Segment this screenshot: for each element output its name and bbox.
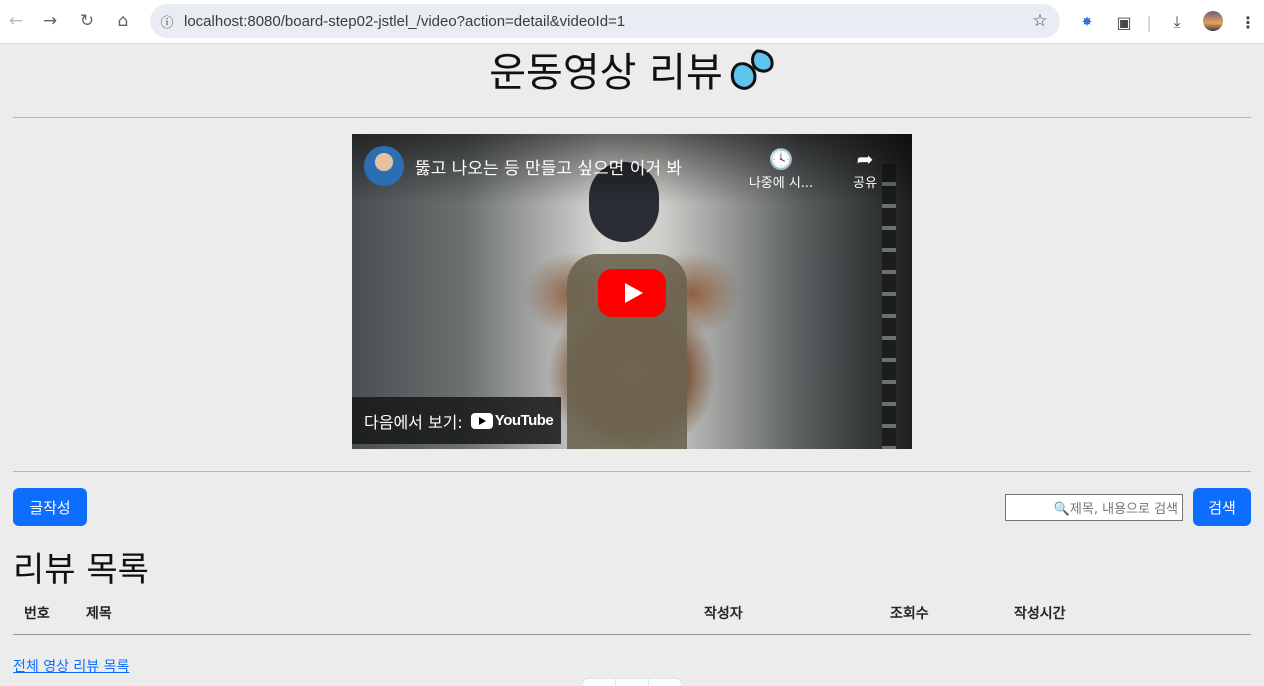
profile-avatar[interactable] [1203,11,1223,31]
back-arrow-icon[interactable]: ← [0,3,34,39]
sweat-droplets-icon [727,47,775,103]
page-title-text: 운동영상 리뷰 [489,50,723,96]
table-header-divider [13,634,1251,635]
youtube-logo: YouTube [470,412,554,429]
home-icon[interactable]: ⌂ [105,3,141,39]
more-menu-icon[interactable]: ⋮ [1238,8,1258,36]
column-header-writer: 작성자 [704,606,743,622]
share-label: 공유 [853,176,877,191]
pagination-prev[interactable] [583,679,616,686]
reload-icon[interactable]: ↻ [69,3,105,39]
column-header-views: 조회수 [890,606,929,622]
youtube-logo-text: YouTube [494,412,554,429]
forward-arrow-icon[interactable]: → [32,3,68,39]
watch-later-label: 나중에 시... [748,176,814,191]
youtube-embed[interactable]: 뚫고 나오는 등 만들고 싶으면 이거 봐 🕓 나중에 시... ➦ 공유 다음… [352,134,912,449]
video-title[interactable]: 뚫고 나오는 등 만들고 싶으면 이거 봐 [415,154,682,179]
pagination-next[interactable] [649,679,681,686]
extension-icon[interactable]: ✸ [1075,8,1099,36]
watch-on-youtube-button[interactable]: 다음에서 보기: YouTube [352,397,561,444]
play-button[interactable] [598,269,666,317]
download-icon[interactable]: ⤓ [1165,8,1189,36]
bookmark-star-icon[interactable]: ☆ [1020,11,1060,31]
watch-on-label: 다음에서 보기: [364,412,463,432]
channel-avatar[interactable] [364,146,404,186]
thumbnail-rack [882,164,896,449]
write-post-button[interactable]: 글작성 [13,488,87,526]
pagination-page[interactable] [616,679,649,686]
site-info-icon[interactable]: ⓘ [150,12,184,31]
toolbar-divider: | [1146,12,1152,32]
watch-later-button[interactable]: 🕓 나중에 시... [746,146,816,191]
review-list-title: 리뷰 목록 [13,550,149,590]
puzzle-extensions-icon[interactable]: ▣ [1112,8,1136,36]
divider-top [13,117,1251,118]
share-arrow-icon: ➦ [856,147,874,171]
search-button[interactable]: 검색 [1193,488,1251,526]
url-text[interactable]: localhost:8080/board-step02-jstlel_/vide… [184,13,1020,30]
search-input[interactable]: 🔍제목, 내용으로 검색 [1005,494,1183,521]
youtube-play-icon [470,412,493,429]
page-title: 운동영상 리뷰 [0,40,1264,103]
divider-middle [13,471,1251,472]
address-bar[interactable]: ⓘ localhost:8080/board-step02-jstlel_/vi… [150,4,1060,38]
pagination [582,678,682,686]
column-header-created-at: 작성시간 [1014,606,1066,622]
share-button[interactable]: ➦ 공유 [830,146,900,191]
column-header-number: 번호 [24,606,50,622]
browser-toolbar: ← → ↻ ⌂ ⓘ localhost:8080/board-step02-js… [0,0,1264,44]
clock-icon: 🕓 [768,147,794,171]
all-reviews-link[interactable]: 전체 영상 리뷰 목록 [13,656,129,676]
column-header-title: 제목 [86,606,112,622]
